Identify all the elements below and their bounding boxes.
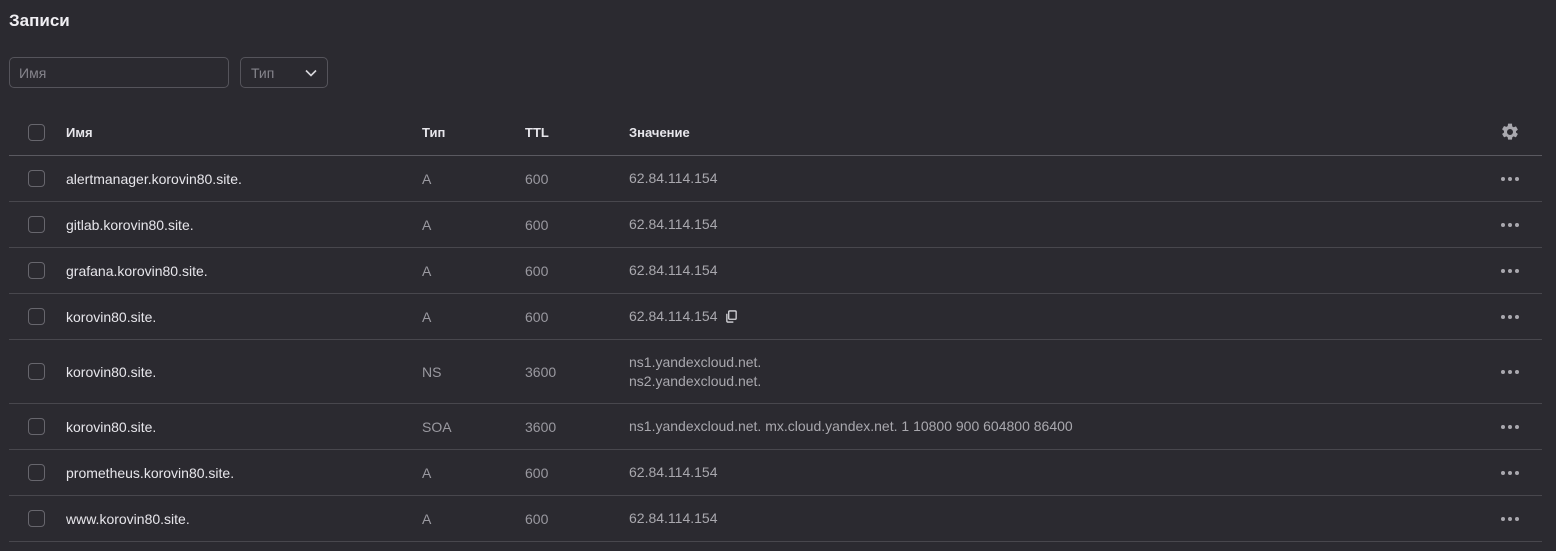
record-type: A bbox=[422, 510, 432, 527]
records-table: Имя Тип TTL Значение alertmanager.korovi… bbox=[9, 109, 1542, 542]
page-title: Записи bbox=[9, 11, 70, 30]
record-value: ns1.yandexcloud.net. mx.cloud.yandex.net… bbox=[629, 404, 1429, 449]
column-header-ttl[interactable]: TTL bbox=[525, 109, 615, 155]
table-row[interactable]: www.korovin80.site. A 600 62.84.114.154 bbox=[9, 496, 1542, 542]
copy-icon[interactable] bbox=[725, 310, 738, 323]
record-value-line: 62.84.114.154 bbox=[629, 510, 718, 526]
record-type: NS bbox=[422, 363, 442, 380]
record-value: 62.84.114.154 bbox=[629, 248, 1429, 293]
table-row[interactable]: gitlab.korovin80.site. A 600 62.84.114.154 bbox=[9, 202, 1542, 248]
record-name: gitlab.korovin80.site. bbox=[66, 216, 194, 233]
more-horizontal-icon[interactable] bbox=[1501, 268, 1519, 273]
row-checkbox[interactable] bbox=[27, 510, 45, 527]
record-ttl: 600 bbox=[525, 170, 549, 187]
record-type: A bbox=[422, 216, 432, 233]
type-filter-label: Тип bbox=[251, 64, 275, 81]
record-ttl: 3600 bbox=[525, 418, 557, 435]
more-horizontal-icon[interactable] bbox=[1501, 516, 1519, 521]
more-horizontal-icon[interactable] bbox=[1501, 369, 1519, 374]
row-checkbox[interactable] bbox=[27, 308, 45, 325]
dns-records-page: Записи Тип Имя Тип TTL Значение alertman… bbox=[0, 0, 1556, 551]
table-row[interactable]: korovin80.site. A 600 62.84.114.154 bbox=[9, 294, 1542, 340]
gear-icon[interactable] bbox=[1500, 122, 1520, 142]
record-value-line: ns2.yandexcloud.net. bbox=[629, 372, 762, 389]
record-type: SOA bbox=[422, 418, 452, 435]
record-ttl: 600 bbox=[525, 308, 549, 325]
record-ttl: 600 bbox=[525, 262, 549, 279]
record-value: 62.84.114.154 bbox=[629, 202, 1429, 247]
record-name: korovin80.site. bbox=[66, 418, 157, 435]
table-row[interactable]: korovin80.site. SOA 3600 ns1.yandexcloud.ne… bbox=[9, 404, 1542, 450]
row-checkbox[interactable] bbox=[27, 216, 45, 233]
table-row[interactable]: korovin80.site. NS 3600 ns1.yandexcloud.net… bbox=[9, 340, 1542, 404]
record-value-line: 62.84.114.154 bbox=[629, 170, 718, 186]
select-all-checkbox[interactable] bbox=[27, 123, 45, 141]
record-value-line: ns1.yandexcloud.net. bbox=[629, 353, 762, 370]
record-name: grafana.korovin80.site. bbox=[66, 262, 208, 279]
record-value: 62.84.114.154 bbox=[629, 156, 1429, 201]
record-type: A bbox=[422, 262, 432, 279]
record-value-line: 62.84.114.154 bbox=[629, 308, 718, 324]
row-checkbox[interactable] bbox=[27, 464, 45, 481]
row-checkbox[interactable] bbox=[27, 363, 45, 380]
chevron-down-icon bbox=[305, 69, 317, 77]
record-value: ns1.yandexcloud.net. ns2.yandexcloud.net. bbox=[629, 340, 1429, 403]
row-checkbox[interactable] bbox=[27, 418, 45, 435]
row-checkbox[interactable] bbox=[27, 262, 45, 279]
record-value-line: 62.84.114.154 bbox=[629, 464, 718, 480]
record-type: A bbox=[422, 308, 432, 325]
record-ttl: 600 bbox=[525, 510, 549, 527]
record-name: korovin80.site. bbox=[66, 363, 157, 380]
table-row[interactable]: grafana.korovin80.site. A 600 62.84.114.154 bbox=[9, 248, 1542, 294]
record-ttl: 600 bbox=[525, 464, 549, 481]
record-value-line: 62.84.114.154 bbox=[629, 216, 718, 232]
record-name: www.korovin80.site. bbox=[66, 510, 190, 527]
record-name: prometheus.korovin80.site. bbox=[66, 464, 235, 481]
table-header: Имя Тип TTL Значение bbox=[9, 109, 1542, 156]
more-horizontal-icon[interactable] bbox=[1501, 176, 1519, 181]
record-type: A bbox=[422, 170, 432, 187]
filters-bar: Тип bbox=[9, 57, 328, 88]
record-value-line: ns1.yandexcloud.net. mx.cloud.yandex.net… bbox=[629, 418, 1073, 434]
more-horizontal-icon[interactable] bbox=[1501, 222, 1519, 227]
table-body: alertmanager.korovin80.site. A 600 62.84.11… bbox=[9, 156, 1542, 542]
table-row[interactable]: prometheus.korovin80.site. A 600 62.84.114.… bbox=[9, 450, 1542, 496]
table-row[interactable]: alertmanager.korovin80.site. A 600 62.84.11… bbox=[9, 156, 1542, 202]
more-horizontal-icon[interactable] bbox=[1501, 424, 1519, 429]
column-header-type[interactable]: Тип bbox=[422, 109, 512, 155]
record-value: 62.84.114.154 bbox=[629, 496, 1429, 541]
record-value-line: 62.84.114.154 bbox=[629, 262, 718, 278]
column-header-value[interactable]: Значение bbox=[629, 109, 1429, 155]
more-horizontal-icon[interactable] bbox=[1501, 470, 1519, 475]
more-horizontal-icon[interactable] bbox=[1501, 314, 1519, 319]
record-name: korovin80.site. bbox=[66, 308, 157, 325]
name-filter-input[interactable] bbox=[9, 57, 229, 88]
record-value: 62.84.114.154 bbox=[629, 450, 1429, 495]
column-header-name[interactable]: Имя bbox=[66, 109, 416, 155]
record-type: A bbox=[422, 464, 432, 481]
record-ttl: 600 bbox=[525, 216, 549, 233]
record-ttl: 3600 bbox=[525, 363, 557, 380]
record-value: 62.84.114.154 bbox=[629, 294, 1429, 339]
type-filter-select[interactable]: Тип bbox=[240, 57, 328, 88]
record-name: alertmanager.korovin80.site. bbox=[66, 170, 242, 187]
row-checkbox[interactable] bbox=[27, 170, 45, 187]
